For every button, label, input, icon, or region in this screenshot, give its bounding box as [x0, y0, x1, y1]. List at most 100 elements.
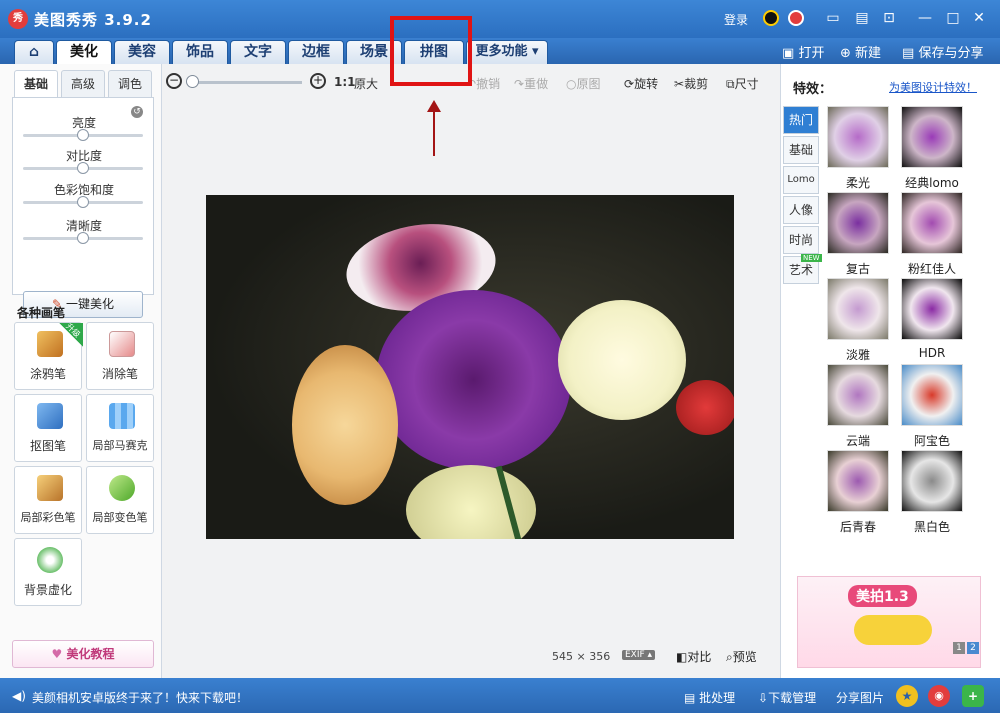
menu-icon[interactable]: ⊡	[880, 9, 898, 27]
preview-icon: ⌕	[726, 650, 733, 664]
category-fashion[interactable]: 时尚	[783, 226, 819, 254]
page-1[interactable]: 1	[953, 642, 965, 654]
highlight-box	[390, 16, 472, 86]
category-hot[interactable]: 热门	[783, 106, 819, 134]
doodle-brush-button[interactable]: 升级 涂鸦笔	[14, 322, 83, 390]
zoom-in-icon[interactable]: +	[310, 73, 326, 89]
close-icon[interactable]: ✕	[970, 9, 988, 27]
tab-advanced[interactable]: 高级	[61, 70, 105, 98]
sharpness-knob[interactable]	[77, 232, 89, 244]
effect-soft-light[interactable]	[827, 106, 889, 168]
left-panel: 基础 高级 调色 ↺ 亮度 对比度 色彩饱和度 清晰度 ✎ 一键美化 各种画笔 …	[0, 64, 162, 678]
beautify-tutorial-button[interactable]: ♥ 美化教程	[12, 640, 154, 668]
effect-abao[interactable]	[901, 364, 963, 426]
new-button[interactable]: ⊕ 新建	[840, 42, 881, 61]
page-2[interactable]: 2	[967, 642, 979, 654]
effects-panel: 特效： 为美图设计特效！ 热门 基础 Lomo 人像 时尚 艺术 NEW 柔光 …	[780, 64, 1000, 678]
minimize-icon[interactable]: —	[916, 9, 934, 27]
effect-cloud[interactable]	[827, 364, 889, 426]
image-dimensions: 545 × 356	[552, 650, 611, 663]
tab-beauty[interactable]: 美容	[114, 40, 170, 64]
announcement-link[interactable]: 美颜相机安卓版终于来了！快来下载吧！	[32, 689, 248, 706]
tab-accessories[interactable]: 饰品	[172, 40, 228, 64]
mosaic-brush-button[interactable]: 局部马赛克	[86, 394, 154, 462]
original-image-button[interactable]: ○原图	[566, 75, 601, 92]
plus-icon: ⊕	[840, 46, 851, 61]
category-lomo[interactable]: Lomo	[783, 166, 819, 194]
effect-elegant[interactable]	[827, 278, 889, 340]
brightness-knob[interactable]	[77, 129, 89, 141]
batch-button[interactable]: ▤ 批处理	[684, 689, 735, 706]
open-button[interactable]: ▣ 打开	[782, 42, 824, 61]
photo-canvas[interactable]	[206, 195, 734, 539]
home-tab[interactable]: ⌂	[14, 40, 54, 64]
title-bar: 秀 美图秀秀 3.9.2 登录 ▭ ▤ ⊡ — □ ✕	[0, 0, 1000, 38]
add-icon[interactable]: +	[962, 685, 984, 707]
login-link[interactable]: 登录	[724, 11, 748, 28]
resize-icon: ⧉	[726, 77, 735, 91]
color-brush-button[interactable]: 局部彩色笔	[14, 466, 82, 534]
tab-border[interactable]: 边框	[288, 40, 344, 64]
weibo-share-icon[interactable]: ◉	[928, 685, 950, 707]
effect-vintage[interactable]	[827, 192, 889, 254]
tab-color-adjust[interactable]: 调色	[108, 70, 152, 98]
share-image-button[interactable]: 分享图片	[836, 689, 884, 706]
resize-button[interactable]: ⧉尺寸	[726, 75, 759, 92]
redo-button[interactable]: ↷重做	[514, 75, 548, 92]
message-icon[interactable]: ▤	[853, 9, 871, 27]
maximize-icon[interactable]: □	[944, 9, 962, 27]
actual-ratio[interactable]: 1:1	[334, 75, 356, 89]
save-share-button[interactable]: ▤ 保存与分享	[902, 42, 983, 61]
compare-button[interactable]: ◧对比	[676, 648, 711, 665]
exif-button[interactable]: EXIF ▴	[622, 650, 656, 660]
tab-basic[interactable]: 基础	[14, 70, 58, 98]
eraser-icon	[109, 331, 135, 357]
zoom-out-icon[interactable]: −	[166, 73, 182, 89]
weibo-icon[interactable]	[788, 10, 804, 26]
background-blur-button[interactable]: 背景虚化	[14, 538, 82, 606]
star-icon[interactable]: ★	[896, 685, 918, 707]
cutout-brush-button[interactable]: 抠图笔	[14, 394, 82, 462]
paint-brush-icon	[37, 475, 63, 501]
crop-button[interactable]: ✂裁剪	[674, 75, 708, 92]
rotate-button[interactable]: ⟳旋转	[624, 75, 658, 92]
batch-icon: ▤	[684, 691, 700, 705]
recolor-brush-button[interactable]: 局部变色笔	[86, 466, 154, 534]
app-logo-icon: 秀	[8, 9, 28, 29]
promo-button[interactable]	[854, 615, 932, 645]
redo-icon: ↷	[514, 77, 525, 91]
contrast-knob[interactable]	[77, 162, 89, 174]
download-manager-button[interactable]: ⇩下载管理	[758, 689, 816, 706]
compare-icon: ◧	[676, 650, 688, 664]
effect-hdr[interactable]	[901, 278, 963, 340]
effect-youth[interactable]	[827, 450, 889, 512]
arrow-line	[433, 106, 435, 156]
basic-adjust-box: ↺ 亮度 对比度 色彩饱和度 清晰度 ✎ 一键美化	[12, 97, 154, 318]
promo-text: 美拍1.3	[848, 585, 917, 607]
skin-icon[interactable]: ▭	[824, 9, 842, 27]
saturation-knob[interactable]	[77, 196, 89, 208]
promo-banner[interactable]: 美拍1.3	[797, 576, 981, 668]
home-icon: ⌂	[28, 44, 40, 60]
zoom-knob[interactable]	[186, 75, 199, 88]
category-basic[interactable]: 基础	[783, 136, 819, 164]
speaker-icon: ◀)	[12, 689, 26, 703]
tab-text[interactable]: 文字	[230, 40, 286, 64]
effect-pink-lady[interactable]	[901, 192, 963, 254]
save-icon: ▤	[902, 46, 915, 61]
design-effects-link[interactable]: 为美图设计特效！	[889, 79, 977, 95]
blur-icon	[37, 547, 63, 573]
zoom-slider[interactable]	[192, 81, 302, 84]
flower-peach	[292, 345, 398, 505]
tab-more-features[interactable]: 更多功能 ▾	[466, 40, 548, 64]
tab-beautify[interactable]: 美化	[56, 40, 112, 64]
preview-button[interactable]: ⌕预览	[726, 648, 757, 665]
status-bar: ◀) 美颜相机安卓版终于来了！快来下载吧！ ▤ 批处理 ⇩下载管理 分享图片 ★…	[0, 678, 1000, 713]
effect-classic-lomo[interactable]	[901, 106, 963, 168]
category-portrait[interactable]: 人像	[783, 196, 819, 224]
eraser-brush-button[interactable]: 消除笔	[86, 322, 154, 390]
effect-black-white[interactable]	[901, 450, 963, 512]
folder-icon: ▣	[782, 46, 795, 61]
qq-icon[interactable]	[763, 10, 779, 26]
original-size-button[interactable]: 原大	[354, 75, 378, 92]
